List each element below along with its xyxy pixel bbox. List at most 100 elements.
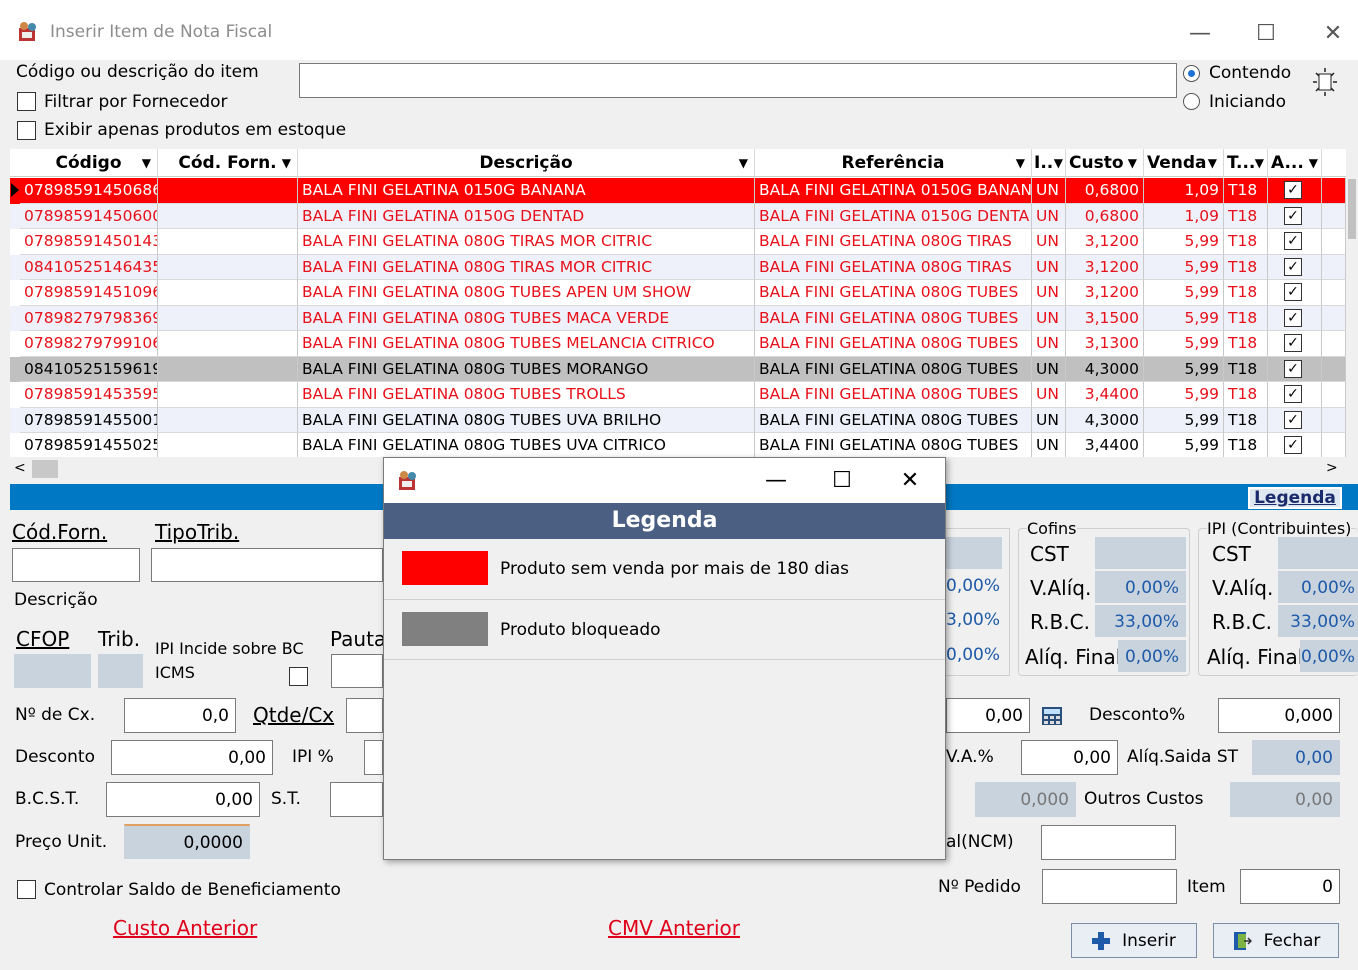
grid-vscrollbar[interactable]	[1346, 149, 1358, 457]
maximize-button[interactable]: ☐	[1246, 14, 1286, 52]
ativo-checkbox[interactable]: ✓	[1284, 385, 1302, 403]
dialog-close-button[interactable]: ✕	[890, 464, 930, 498]
preco-unit-input[interactable]: 0,0000	[124, 824, 250, 859]
table-row[interactable]: 07898279798369 BALA FINI GELATINA 080G TU…	[10, 305, 1346, 331]
col-cod-forn[interactable]: Cód. Forn. ▼	[158, 149, 298, 177]
ativo-checkbox[interactable]: ✓	[1284, 410, 1302, 429]
col-unidade[interactable]: I.. ▼	[1032, 149, 1066, 177]
cell-venda: 1,09	[1144, 178, 1224, 204]
st-label: S.T.	[271, 789, 301, 809]
close-button[interactable]: ✕	[1313, 14, 1353, 52]
fechar-button[interactable]: Fechar	[1213, 923, 1339, 958]
table-row[interactable]: 07898591451096 BALA FINI GELATINA 080G TU…	[10, 280, 1346, 306]
legenda-button[interactable]: Legenda	[1248, 487, 1342, 509]
controlar-saldo-checkbox[interactable]	[17, 880, 36, 899]
cfop-input[interactable]	[14, 654, 91, 688]
col-referencia[interactable]: Referência ▼	[755, 149, 1032, 177]
desconto-pct-input[interactable]: 0,000	[1218, 698, 1340, 733]
custo-anterior-link[interactable]: Custo Anterior	[113, 916, 257, 940]
n-pedido-label: Nº Pedido	[938, 877, 1021, 897]
icms-group	[946, 528, 1010, 676]
ativo-checkbox[interactable]: ✓	[1284, 436, 1302, 454]
table-row[interactable]: 07898279799106 BALA FINI GELATINA 080G TU…	[10, 331, 1346, 357]
cofins-final-input[interactable]: 0,00%	[1118, 640, 1186, 672]
ipi-final-input[interactable]: 0,00%	[1300, 640, 1358, 672]
ativo-checkbox[interactable]: ✓	[1284, 257, 1302, 276]
outros-custos-input[interactable]: 0,00	[1230, 782, 1340, 817]
ipi-rbc-input[interactable]: 33,00%	[1278, 605, 1358, 637]
ativo-checkbox[interactable]: ✓	[1284, 206, 1302, 225]
scroll-right-icon[interactable]: >	[1326, 460, 1338, 476]
cofins-cst-input[interactable]	[1095, 537, 1186, 569]
cmv-anterior-link[interactable]: CMV Anterior	[608, 916, 740, 940]
ativo-checkbox[interactable]: ✓	[1284, 359, 1302, 378]
cell-referencia: BALA FINI GELATINA 080G TUBES	[755, 331, 1032, 357]
table-row[interactable]: 07898591453595 BALA FINI GELATINA 080G TU…	[10, 382, 1346, 408]
scroll-left-icon[interactable]: <	[14, 460, 26, 476]
ipi-valiq-input[interactable]: 0,00%	[1278, 571, 1358, 603]
ipi-pct-input[interactable]	[364, 740, 383, 775]
cofins-valiq-input[interactable]: 0,00%	[1095, 571, 1186, 603]
minimize-button[interactable]: —	[1180, 14, 1220, 52]
cell-codigo: 07898591450143	[20, 229, 158, 255]
aliq-saida-st-input[interactable]: 0,00	[1252, 740, 1340, 775]
cofins-rbc-input[interactable]: 33,00%	[1095, 605, 1186, 637]
products-grid[interactable]: Código ▼ Cód. Forn. ▼ Descrição ▼ Referênci…	[10, 149, 1358, 457]
ncm-input[interactable]	[1041, 825, 1176, 860]
col-venda[interactable]: Venda ▼	[1144, 149, 1224, 177]
cell-descricao: BALA FINI GELATINA 0150G BANANA	[298, 178, 755, 204]
ipi-cst-input[interactable]	[1278, 537, 1358, 569]
exibir-estoque-checkbox[interactable]	[17, 121, 36, 140]
cell-referencia: BALA FINI GELATINA 080G TUBES	[755, 356, 1032, 382]
ativo-checkbox[interactable]: ✓	[1284, 181, 1302, 199]
radio-contendo[interactable]	[1183, 65, 1200, 82]
ipi-contrib-label: IPI (Contribuintes)	[1207, 519, 1352, 538]
ativo-checkbox[interactable]: ✓	[1284, 283, 1302, 301]
col-codigo[interactable]: Código ▼	[20, 149, 158, 177]
table-row[interactable]: 07898591455001 BALA FINI GELATINA 080G TU…	[10, 407, 1346, 433]
mva-input[interactable]: 0,00	[1021, 740, 1118, 775]
desconto-input[interactable]: 0,00	[111, 740, 273, 775]
ativo-checkbox[interactable]: ✓	[1284, 232, 1302, 250]
filtrar-fornecedor-checkbox[interactable]	[17, 92, 36, 111]
col-ativo[interactable]: A... ▼	[1268, 149, 1322, 177]
col-custo[interactable]: Custo ▼	[1066, 149, 1144, 177]
table-row[interactable]: 07898591450600 BALA FINI GELATINA 0150G D…	[10, 203, 1346, 229]
cofins-final-label: Alíq. Final	[1025, 645, 1122, 669]
item-input[interactable]: 0	[1240, 869, 1340, 904]
search-input[interactable]	[299, 63, 1177, 98]
qtde-cx-input[interactable]	[346, 698, 383, 733]
n-pedido-input[interactable]	[1042, 869, 1177, 904]
dialog-maximize-button[interactable]: ☐	[822, 464, 862, 498]
table-row[interactable]: 07898591450686 BALA FINI GELATINA 0150G B…	[10, 178, 1346, 204]
tipo-trib-input[interactable]	[151, 548, 383, 582]
trib-input[interactable]	[98, 654, 143, 688]
table-row[interactable]: 08410525159619 BALA FINI GELATINA 080G TU…	[10, 356, 1346, 382]
pauta-input[interactable]	[331, 654, 383, 688]
cell-venda: 5,99	[1144, 433, 1224, 457]
bcst-input[interactable]: 0,00	[106, 782, 260, 817]
cod-forn-input[interactable]	[12, 548, 140, 582]
legend-item-sem-venda: Produto sem venda por mais de 180 dias	[384, 539, 945, 600]
calculator-icon[interactable]	[1041, 706, 1063, 726]
dialog-minimize-button[interactable]: —	[756, 464, 796, 498]
ro-value-input[interactable]: 0,000	[975, 782, 1076, 817]
cod-forn-label: Cód.Forn.	[12, 520, 108, 544]
search-document-icon[interactable]	[1311, 68, 1339, 96]
col-descricao[interactable]: Descrição ▼	[298, 149, 755, 177]
cell-un: UN	[1032, 254, 1066, 280]
cell-referencia: BALA FINI GELATINA 080G TUBES	[755, 305, 1032, 331]
cell-codigo: 07898591453595	[20, 382, 158, 408]
radio-iniciando[interactable]	[1183, 93, 1200, 110]
table-row[interactable]: 08410525146435 BALA FINI GELATINA 080G TI…	[10, 254, 1346, 280]
col-tributacao[interactable]: T... ▼	[1224, 149, 1268, 177]
table-row[interactable]: 07898591455025 BALA FINI GELATINA 080G TU…	[10, 433, 1346, 457]
ativo-checkbox[interactable]: ✓	[1284, 334, 1302, 352]
st-input[interactable]	[330, 782, 383, 817]
ipi-incide-checkbox[interactable]	[289, 667, 308, 686]
inserir-button[interactable]: Inserir	[1071, 923, 1197, 958]
table-row[interactable]: 07898591450143 BALA FINI GELATINA 080G TI…	[10, 229, 1346, 255]
valor-input[interactable]: 0,00	[946, 698, 1030, 733]
ativo-checkbox[interactable]: ✓	[1284, 308, 1302, 327]
n-cx-input[interactable]: 0,0	[124, 698, 236, 733]
